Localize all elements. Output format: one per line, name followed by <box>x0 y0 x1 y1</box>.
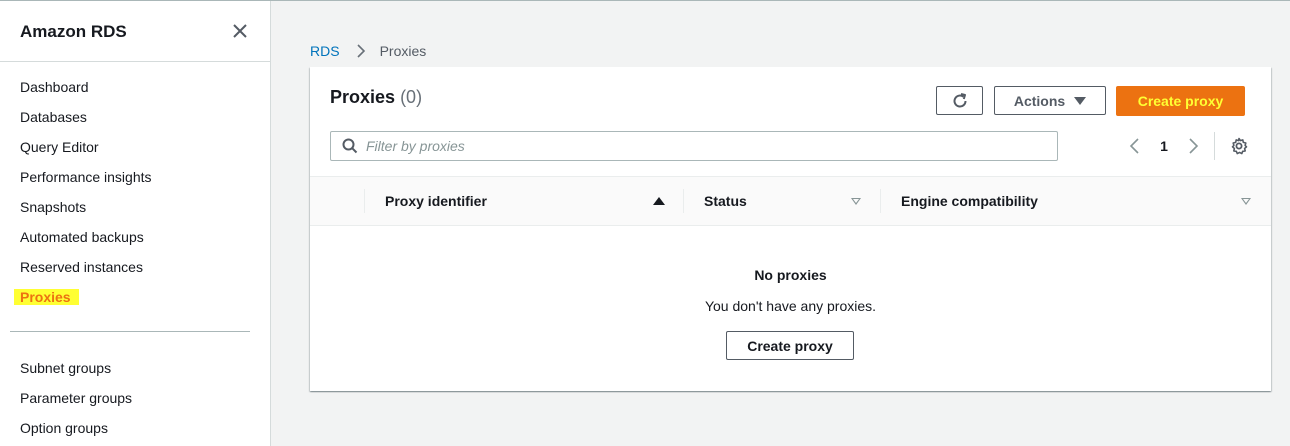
page-title: Proxies (0) <box>330 87 422 108</box>
sidebar-item-label: Subnet groups <box>20 360 112 376</box>
sidebar-item-label: Parameter groups <box>20 390 133 406</box>
pagination: 1 <box>1125 136 1203 156</box>
proxy-count: (0) <box>400 87 423 107</box>
sidebar-item-label: Proxies <box>14 289 79 305</box>
sidebar-item-query-editor[interactable]: Query Editor <box>0 136 270 166</box>
panel-title-text: Proxies <box>330 87 396 107</box>
sidebar-nav-secondary: Subnet groups Parameter groups Option gr… <box>0 357 270 446</box>
proxies-panel: Proxies (0) Actions Create proxy 1 <box>310 67 1271 391</box>
empty-state-title: No proxies <box>754 267 827 283</box>
sidebar-item-parameter-groups[interactable]: Parameter groups <box>0 387 270 417</box>
search-input[interactable] <box>366 138 1046 154</box>
sidebar-item-label: Snapshots <box>20 199 87 215</box>
column-separator <box>364 189 365 213</box>
sort-icon <box>1241 198 1251 205</box>
search-icon <box>342 138 358 154</box>
sidebar-item-subnet-groups[interactable]: Subnet groups <box>0 357 270 387</box>
sidebar-item-label: Option groups <box>20 420 108 436</box>
sidebar-item-option-groups[interactable]: Option groups <box>0 417 270 446</box>
sidebar-item-label: Databases <box>20 109 87 125</box>
sidebar-item-label: Performance insights <box>20 169 152 185</box>
sidebar-item-label: Automated backups <box>20 229 144 245</box>
sidebar-header: Amazon RDS <box>0 1 270 62</box>
sidebar-item-snapshots[interactable]: Snapshots <box>0 196 270 226</box>
column-separator <box>683 189 684 213</box>
breadcrumb: RDS Proxies <box>310 43 426 59</box>
pagination-divider <box>1214 132 1215 160</box>
column-separator <box>880 189 881 213</box>
sort-icon <box>851 198 861 205</box>
sidebar-divider <box>10 331 250 332</box>
sidebar-item-label: Reserved instances <box>20 259 143 275</box>
sidebar: Amazon RDS Dashboard Databases Query Edi… <box>0 1 271 446</box>
sidebar-item-performance-insights[interactable]: Performance insights <box>0 166 270 196</box>
breadcrumb-rds-link[interactable]: RDS <box>310 43 340 59</box>
sidebar-item-reserved-instances[interactable]: Reserved instances <box>0 256 270 286</box>
close-icon[interactable] <box>230 21 250 41</box>
filter-search <box>330 131 1058 161</box>
breadcrumb-current: Proxies <box>379 43 427 59</box>
chevron-right-icon[interactable] <box>1183 136 1203 156</box>
sidebar-item-dashboard[interactable]: Dashboard <box>0 76 270 106</box>
create-proxy-button[interactable]: Create proxy <box>1116 86 1245 116</box>
sidebar-nav: Dashboard Databases Query Editor Perform… <box>0 76 270 316</box>
column-label: Engine compatibility <box>901 193 1038 209</box>
table-header: Proxy identifier Status Engine compatibi… <box>310 176 1271 226</box>
refresh-icon <box>953 92 967 107</box>
column-status[interactable]: Status <box>704 177 864 225</box>
column-label: Status <box>704 193 747 209</box>
chevron-right-icon <box>356 44 365 58</box>
sort-ascending-icon <box>653 197 665 205</box>
column-proxy-identifier[interactable]: Proxy identifier <box>385 177 665 225</box>
actions-button[interactable]: Actions <box>994 86 1106 115</box>
page-number[interactable]: 1 <box>1145 138 1183 154</box>
column-label: Proxy identifier <box>385 193 487 209</box>
column-engine-compatibility[interactable]: Engine compatibility <box>901 177 1256 225</box>
sidebar-item-databases[interactable]: Databases <box>0 106 270 136</box>
empty-create-proxy-button[interactable]: Create proxy <box>726 331 854 360</box>
sidebar-item-proxies[interactable]: Proxies <box>0 286 270 316</box>
sidebar-title: Amazon RDS <box>20 22 127 41</box>
sidebar-item-automated-backups[interactable]: Automated backups <box>0 226 270 256</box>
actions-label: Actions <box>1013 92 1066 109</box>
chevron-left-icon[interactable] <box>1125 136 1145 156</box>
gear-icon[interactable] <box>1230 137 1248 155</box>
sidebar-item-label: Dashboard <box>20 79 89 95</box>
caret-down-icon <box>1074 96 1087 105</box>
sidebar-item-label: Query Editor <box>20 139 99 155</box>
empty-state-description: You don't have any proxies. <box>704 298 877 314</box>
refresh-button[interactable] <box>936 86 983 115</box>
